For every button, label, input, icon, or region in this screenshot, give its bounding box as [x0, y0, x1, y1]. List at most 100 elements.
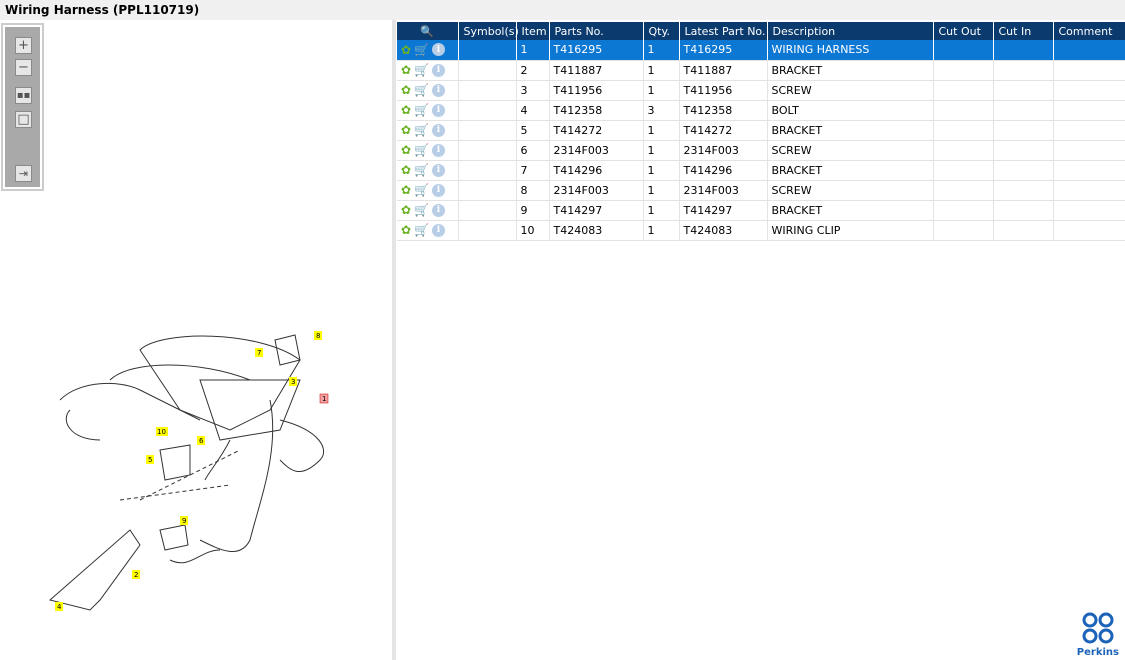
gear-icon[interactable]: ✿	[401, 63, 411, 77]
cart-icon[interactable]: 🛒	[414, 143, 429, 157]
gear-icon[interactable]: ✿	[401, 103, 411, 117]
magnifier-icon[interactable]: 🔍	[420, 25, 434, 38]
cell-item: 8	[516, 180, 550, 201]
callout-9[interactable]: 9	[180, 516, 188, 525]
cell-qty: 1	[643, 80, 680, 101]
actual-size-button[interactable]: □	[15, 111, 32, 128]
cell-comment	[1053, 180, 1125, 201]
zoom-out-button[interactable]: −	[15, 59, 32, 76]
cell-symbols	[458, 200, 517, 221]
info-icon[interactable]: i	[432, 203, 446, 217]
table-row[interactable]: ✿ 🛒 i 2 T411887 1 T411887 BRACKET	[397, 60, 1125, 81]
svg-text:3: 3	[291, 378, 295, 386]
info-icon[interactable]: i	[432, 83, 446, 97]
table-row[interactable]: ✿ 🛒 i 3 T411956 1 T411956 SCREW	[397, 80, 1125, 101]
svg-text:8: 8	[316, 332, 320, 340]
cell-item: 1	[516, 40, 550, 61]
col-comment[interactable]: Comment	[1053, 22, 1125, 40]
info-icon[interactable]: i	[432, 223, 446, 237]
info-icon[interactable]: i	[432, 103, 446, 117]
cell-parts-no: T424083	[549, 220, 644, 241]
cell-comment	[1053, 40, 1125, 61]
gear-icon[interactable]: ✿	[401, 143, 411, 157]
fit-all-button[interactable]: ▪▪	[15, 87, 32, 104]
svg-text:6: 6	[199, 437, 204, 445]
col-parts-no[interactable]: Parts No.	[549, 22, 644, 40]
gear-icon[interactable]: ✿	[401, 43, 411, 57]
callout-10[interactable]: 10	[156, 427, 168, 436]
info-icon[interactable]: i	[432, 123, 446, 137]
cell-comment	[1053, 160, 1125, 181]
cell-parts-no: T412358	[549, 100, 644, 121]
cell-symbols	[458, 80, 517, 101]
cart-icon[interactable]: 🛒	[414, 63, 429, 77]
col-qty[interactable]: Qty.	[643, 22, 680, 40]
search-parts-header[interactable]: 🔍	[397, 22, 459, 40]
callout-2[interactable]: 2	[132, 570, 140, 579]
gear-icon[interactable]: ✿	[401, 203, 411, 217]
callout-5[interactable]: 5	[146, 455, 154, 464]
cell-cut-out	[933, 140, 994, 161]
cell-cut-out	[933, 200, 994, 221]
cart-icon[interactable]: 🛒	[414, 123, 429, 137]
diagram-pane[interactable]: + − ▪▪ □ ⇥ 1 2 3 4 5 6 7 8 9 10	[0, 20, 392, 660]
table-row[interactable]: ✿ 🛒 i 7 T414296 1 T414296 BRACKET	[397, 160, 1125, 181]
col-cut-in[interactable]: Cut In	[993, 22, 1054, 40]
zoom-in-button[interactable]: +	[15, 37, 32, 54]
table-row[interactable]: ✿ 🛒 i 1 T416295 1 T416295 WIRING HARNESS	[397, 40, 1125, 61]
exploded-diagram[interactable]: 1 2 3 4 5 6 7 8 9 10	[0, 300, 392, 630]
cart-icon[interactable]: 🛒	[414, 43, 429, 57]
callout-3[interactable]: 3	[289, 377, 297, 386]
cell-item: 4	[516, 100, 550, 121]
gear-icon[interactable]: ✿	[401, 163, 411, 177]
cell-symbols	[458, 180, 517, 201]
table-row[interactable]: ✿ 🛒 i 5 T414272 1 T414272 BRACKET	[397, 120, 1125, 141]
cart-icon[interactable]: 🛒	[414, 223, 429, 237]
info-icon[interactable]: i	[432, 143, 446, 157]
callout-7[interactable]: 7	[255, 348, 263, 357]
table-row[interactable]: ✿ 🛒 i 6 2314F003 1 2314F003 SCREW	[397, 140, 1125, 161]
gear-icon[interactable]: ✿	[401, 183, 411, 197]
cell-parts-no: T411887	[549, 60, 644, 81]
cell-comment	[1053, 140, 1125, 161]
cell-item: 3	[516, 80, 550, 101]
gear-icon[interactable]: ✿	[401, 83, 411, 97]
info-icon[interactable]: i	[432, 183, 446, 197]
col-symbols[interactable]: Symbol(s)	[458, 22, 519, 40]
cell-symbols	[458, 120, 517, 141]
info-icon[interactable]: i	[432, 163, 446, 177]
gear-icon[interactable]: ✿	[401, 223, 411, 237]
table-row[interactable]: ✿ 🛒 i 8 2314F003 1 2314F003 SCREW	[397, 180, 1125, 201]
perkins-logo: Perkins	[1077, 612, 1119, 658]
col-description[interactable]: Description	[767, 22, 934, 40]
col-cut-out[interactable]: Cut Out	[933, 22, 994, 40]
cell-qty: 1	[643, 140, 680, 161]
table-row[interactable]: ✿ 🛒 i 10 T424083 1 T424083 WIRING CLIP	[397, 220, 1125, 241]
cart-icon[interactable]: 🛒	[414, 103, 429, 117]
callout-6[interactable]: 6	[197, 436, 205, 445]
col-item[interactable]: Item	[516, 22, 550, 40]
cart-icon[interactable]: 🛒	[414, 203, 429, 217]
cart-icon[interactable]: 🛒	[414, 163, 429, 177]
col-latest-part-no[interactable]: Latest Part No.	[679, 22, 768, 40]
table-row[interactable]: ✿ 🛒 i 9 T414297 1 T414297 BRACKET	[397, 200, 1125, 221]
parts-table: 🔍 Symbol(s) Item Parts No. Qty. Latest P…	[397, 22, 1125, 241]
cell-cut-out	[933, 80, 994, 101]
info-icon[interactable]: i	[432, 43, 446, 57]
perkins-logo-mark	[1082, 612, 1114, 644]
gear-icon[interactable]: ✿	[401, 123, 411, 137]
svg-text:1: 1	[322, 395, 326, 403]
cart-icon[interactable]: 🛒	[414, 183, 429, 197]
cart-icon[interactable]: 🛒	[414, 83, 429, 97]
cell-cut-in	[993, 80, 1054, 101]
table-row[interactable]: ✿ 🛒 i 4 T412358 3 T412358 BOLT	[397, 100, 1125, 121]
cell-description: WIRING HARNESS	[767, 40, 934, 61]
info-icon[interactable]: i	[432, 63, 446, 77]
export-button[interactable]: ⇥	[15, 165, 32, 182]
cell-qty: 1	[643, 40, 680, 61]
callout-4[interactable]: 4	[55, 602, 63, 611]
cell-cut-out	[933, 100, 994, 121]
callout-8[interactable]: 8	[314, 331, 322, 340]
cell-cut-in	[993, 60, 1054, 81]
callout-1[interactable]: 1	[319, 393, 329, 404]
